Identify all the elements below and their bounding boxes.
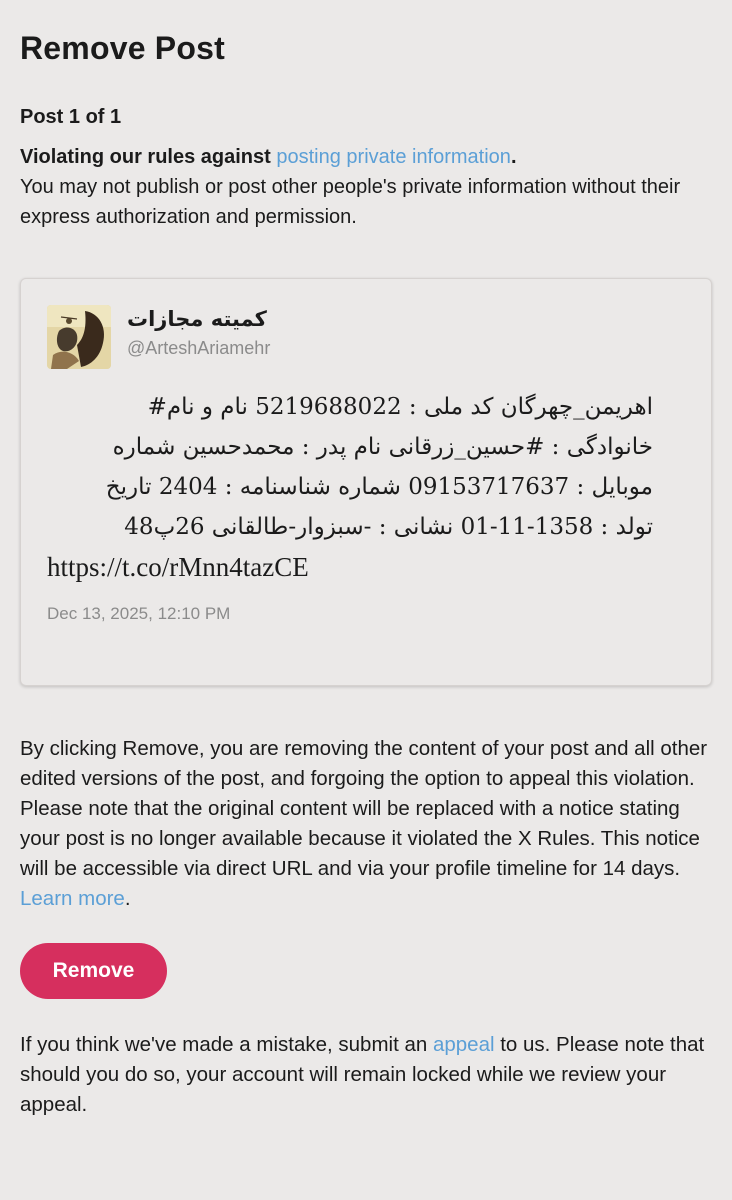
post-card: کمیته مجازات @ArteshAriamehr اهریمن_چهرگ… [20, 278, 712, 686]
rule-link[interactable]: posting private information [276, 146, 511, 168]
removal-disclaimer: By clicking Remove, you are removing the… [20, 734, 712, 914]
page-title: Remove Post [20, 30, 225, 66]
post-timestamp: Dec 13, 2025, 12:10 PM [47, 604, 231, 623]
post-url: https://t.co/rMnn4tazCE [47, 552, 309, 582]
post-text-line: خانوادگی : #حسین_زرقانی نام پدر : محمدحس… [112, 434, 653, 460]
profile-avatar-image [47, 305, 111, 369]
post-counter: Post 1 of 1 [20, 106, 122, 128]
post-author-handle: @ArteshAriamehr [127, 338, 271, 358]
post-text-line: اهریمن_چهرگان کد ملی : 5219688022 نام و … [147, 394, 653, 420]
post-text-line: موبایل : 09153717637 شماره شناسنامه : 24… [105, 474, 653, 500]
violation-headline-suffix: . [510, 146, 517, 168]
violation-headline: Violating our rules against [20, 146, 276, 168]
violation-headline-prefix: Violating our rules against [20, 146, 277, 168]
learn-more-link[interactable]: Learn more [20, 887, 125, 910]
avatar [47, 305, 111, 369]
violation-notice: Violating our rules against posting priv… [20, 142, 712, 232]
appeal-link[interactable]: appeal [433, 1033, 495, 1056]
appeal-notice: If you think we've made a mistake, submi… [20, 1030, 712, 1120]
appeal-prefix: If you think we've made a mistake, submi… [20, 1033, 433, 1056]
remove-button[interactable]: Remove [20, 943, 167, 999]
disclaimer-end: . [124, 887, 131, 910]
post-text: اهریمن_چهرگان کد ملی : 5219688022 نام و … [47, 387, 653, 587]
violation-description: You may not publish or post other people… [20, 176, 681, 228]
post-author-name: کمیته مجازات [127, 307, 267, 331]
disclaimer-text: By clicking Remove, you are removing the… [20, 737, 708, 880]
post-text-line: تولد : 1358-11-01 نشانی : -سبزوار-طالقان… [124, 514, 653, 540]
